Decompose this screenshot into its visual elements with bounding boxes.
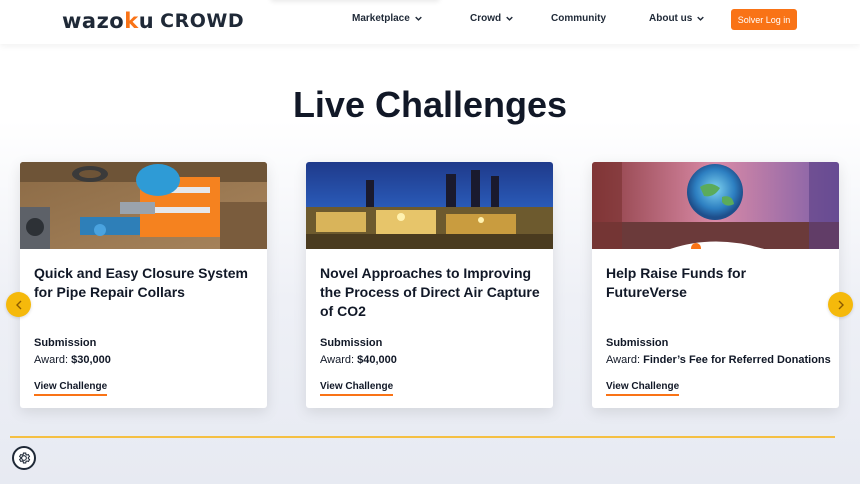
chevron-down-icon xyxy=(506,16,513,21)
view-challenge-link[interactable]: View Challenge xyxy=(606,381,680,396)
page-title: Live Challenges xyxy=(292,84,568,125)
award-value: Finder’s Fee for Referred Donations xyxy=(643,354,831,366)
challenge-card[interactable]: Quick and Easy Closure System for Pipe R… xyxy=(20,162,267,408)
award-value: $30,000 xyxy=(71,354,111,366)
card-title: Novel Approaches to Improving the Proces… xyxy=(320,265,540,319)
carousel-next-button[interactable] xyxy=(828,292,853,317)
chevron-left-icon xyxy=(15,300,21,309)
worker-pipe-repair-photo xyxy=(20,162,267,249)
card-award: Award: Finder’s Fee for Referred Donatio… xyxy=(606,354,831,366)
award-value: $40,000 xyxy=(357,354,397,366)
nav-about-us[interactable]: About us xyxy=(649,13,705,24)
card-award: Award: $30,000 xyxy=(34,354,111,366)
nav-marketplace-label: Marketplace xyxy=(352,13,410,24)
view-challenge-link[interactable]: View Challenge xyxy=(320,381,394,396)
card-title: Quick and Easy Closure System for Pipe R… xyxy=(34,265,248,300)
carousel-prev-button[interactable] xyxy=(6,292,31,317)
top-overlay xyxy=(270,0,440,2)
chevron-down-icon xyxy=(415,16,422,21)
nav-crowd[interactable]: Crowd xyxy=(470,13,513,24)
nav-community-label: Community xyxy=(551,13,606,24)
nav-about-us-label: About us xyxy=(649,13,693,24)
logo-text-wazo: wazo xyxy=(62,9,125,33)
award-label: Award: xyxy=(34,354,69,366)
award-label: Award: xyxy=(606,354,641,366)
card-title: Help Raise Funds for FutureVerse xyxy=(606,265,747,300)
logo-text-k: k xyxy=(124,9,139,33)
card-status: Submission xyxy=(606,337,669,349)
logo-text-crowd: CROWD xyxy=(160,10,245,32)
wazoku-crowd-logo[interactable]: wazoku CROWD xyxy=(62,8,244,34)
nav-crowd-label: Crowd xyxy=(470,13,502,24)
challenge-card[interactable]: Help Raise Funds for FutureVerse Submiss… xyxy=(592,162,839,408)
nav-community[interactable]: Community xyxy=(551,13,606,24)
site-header: wazoku CROWD Marketplace Crowd Community… xyxy=(0,0,860,44)
challenge-card[interactable]: Novel Approaches to Improving the Proces… xyxy=(306,162,553,408)
logo-text-u: u xyxy=(138,9,155,33)
gear-icon xyxy=(18,452,31,464)
card-award: Award: $40,000 xyxy=(320,354,397,366)
view-challenge-link[interactable]: View Challenge xyxy=(34,381,108,396)
award-label: Award: xyxy=(320,354,355,366)
nav-marketplace[interactable]: Marketplace xyxy=(352,13,422,24)
card-status: Submission xyxy=(320,337,383,349)
solver-login-button[interactable]: Solver Log in xyxy=(731,9,797,30)
card-status: Submission xyxy=(34,337,97,349)
section-divider xyxy=(10,436,835,438)
settings-button[interactable] xyxy=(12,446,36,470)
industrial-plant-night-photo xyxy=(306,162,553,249)
futuristic-globe-hall-photo xyxy=(592,162,839,249)
chevron-down-icon xyxy=(697,16,705,21)
chevron-right-icon xyxy=(838,300,844,309)
